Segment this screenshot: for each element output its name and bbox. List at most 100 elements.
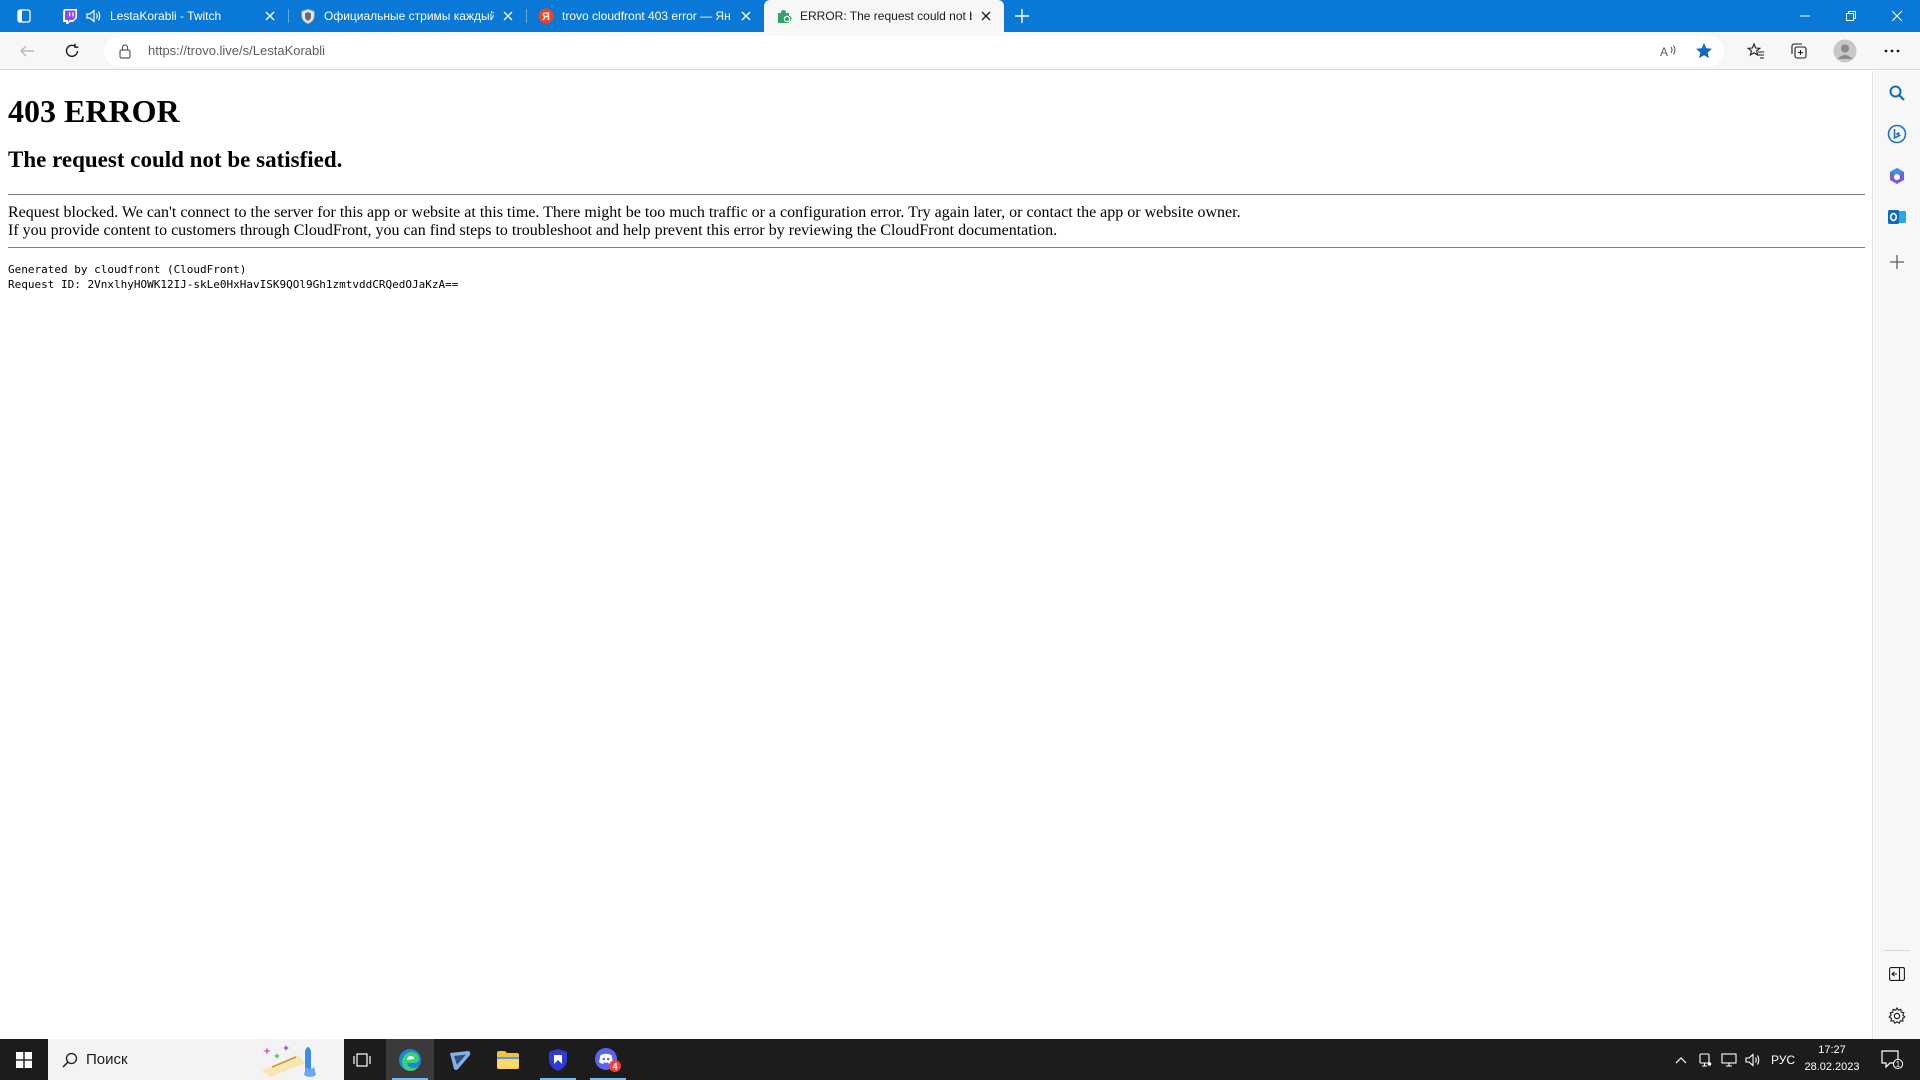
tab-actions-icon: [17, 9, 31, 23]
edge-sidebar: [1874, 71, 1920, 1039]
new-tab-button[interactable]: [1008, 4, 1036, 28]
notification-icon: 1: [1881, 1049, 1903, 1069]
back-button[interactable]: [13, 37, 41, 65]
sidebar-settings-button[interactable]: [1883, 1002, 1911, 1030]
yandex-icon: Я: [538, 8, 554, 24]
sidebar-outlook-button[interactable]: [1883, 203, 1911, 231]
close-icon[interactable]: [978, 8, 994, 24]
tray-volume-button[interactable]: [1742, 1039, 1764, 1080]
network-icon: [1721, 1052, 1737, 1067]
error-subheading: The request could not be satisfied.: [8, 147, 343, 172]
clock-date: 28.02.2023: [1804, 1061, 1860, 1073]
request-id-text: Request ID: 2VnxlhyHOWK12IJ-skLe0HxHavIS…: [8, 278, 459, 291]
clock-time: 17:27: [1818, 1044, 1846, 1056]
error-heading: 403 ERROR: [8, 93, 180, 129]
refresh-icon: [65, 43, 79, 57]
plus-icon: [1890, 255, 1904, 269]
windows-taskbar: Поиск 4 РУС 17:27 28.02.2023 1: [0, 1039, 1920, 1080]
task-view-icon: [353, 1052, 371, 1067]
taskbar-file-explorer-button[interactable]: [484, 1039, 532, 1080]
search-placeholder: Поиск: [86, 1051, 128, 1068]
more-icon: [1884, 49, 1900, 53]
sidebar-hide-button[interactable]: [1883, 960, 1911, 988]
volume-icon: [1745, 1052, 1760, 1067]
svg-text:Я: Я: [542, 11, 550, 23]
refresh-button[interactable]: [58, 37, 86, 65]
tab-title: LestaKorabli - Twitch: [110, 9, 222, 23]
taskbar-edge-button[interactable]: [386, 1039, 434, 1080]
outlook-icon: [1888, 210, 1906, 224]
speaker-icon[interactable]: [86, 8, 102, 24]
sidebar-bing-button[interactable]: [1883, 120, 1911, 148]
bing-icon: [1887, 124, 1907, 144]
restore-icon: [1846, 11, 1856, 21]
favorite-star-icon[interactable]: [1693, 40, 1715, 62]
edge-icon: [399, 1048, 421, 1071]
browser-toolbar: https://trovo.live/s/LestaKorabli A: [0, 32, 1920, 70]
chevron-up-icon: [1675, 1056, 1687, 1063]
game-client-icon: [450, 1050, 471, 1070]
close-icon[interactable]: [738, 8, 754, 24]
read-aloud-icon[interactable]: A: [1658, 40, 1680, 62]
close-icon[interactable]: [262, 8, 278, 24]
tab-official-streams[interactable]: Официальные стримы каждый: [288, 0, 526, 32]
gear-icon: [1888, 1007, 1906, 1024]
taskbar-clock[interactable]: 17:27 28.02.2023: [1800, 1042, 1864, 1076]
tab-twitch[interactable]: LestaKorabli - Twitch: [50, 0, 288, 32]
discord-badge-count: 4: [612, 1061, 617, 1071]
favorites-icon: [1747, 42, 1764, 59]
start-button[interactable]: [0, 1039, 48, 1080]
tray-language-button[interactable]: РУС: [1766, 1039, 1800, 1080]
taskbar-steam-button[interactable]: [436, 1039, 484, 1080]
close-icon[interactable]: [500, 8, 516, 24]
collections-button[interactable]: [1785, 37, 1813, 65]
request-details: Generated by cloudfront (CloudFront) Req…: [8, 262, 1864, 292]
sidebar-divider: [1884, 950, 1910, 951]
tray-network-button[interactable]: [1718, 1039, 1740, 1080]
sidebar-add-button[interactable]: [1883, 248, 1911, 276]
folder-icon: [497, 1050, 519, 1069]
task-view-button[interactable]: [338, 1039, 386, 1080]
sidebar-toggle-icon: [1889, 967, 1905, 981]
tab-title: Официальные стримы каждый: [324, 9, 494, 23]
plus-icon: [1015, 9, 1029, 23]
notification-count: 1: [1896, 1060, 1901, 1069]
error-message: Request blocked. We can't connect to the…: [8, 204, 1864, 240]
tab-error-page[interactable]: ERROR: The request could not be: [764, 0, 1004, 32]
taskbar-game-center-button[interactable]: [534, 1039, 582, 1080]
sidebar-office-button[interactable]: [1883, 162, 1911, 190]
address-bar[interactable]: https://trovo.live/s/LestaKorabli A: [104, 36, 1724, 66]
sidebar-search-button[interactable]: [1883, 79, 1911, 107]
restore-button[interactable]: [1828, 0, 1874, 32]
error-message-line-1: Request blocked. We can't connect to the…: [8, 204, 1241, 221]
shield-icon: [300, 8, 316, 24]
error-message-line-2: If you provide content to customers thro…: [8, 222, 1058, 239]
generated-by-text: Generated by cloudfront (CloudFront): [8, 263, 247, 276]
lock-icon[interactable]: [118, 43, 134, 59]
close-window-button[interactable]: [1874, 0, 1920, 32]
settings-and-more-button[interactable]: [1878, 37, 1906, 65]
twitch-icon: [62, 8, 78, 24]
url-text[interactable]: https://trovo.live/s/LestaKorabli: [148, 43, 325, 58]
minimize-button[interactable]: [1782, 0, 1828, 32]
minimize-icon: [1800, 15, 1810, 17]
tab-yandex-search[interactable]: Я trovo cloudfront 403 error — Ян: [526, 0, 764, 32]
divider: [8, 247, 1865, 248]
show-hidden-icons-button[interactable]: [1670, 1039, 1692, 1080]
taskbar-search-box[interactable]: Поиск: [48, 1039, 344, 1080]
tab-actions-button[interactable]: [6, 0, 42, 32]
tray-camera-button[interactable]: [1694, 1039, 1716, 1080]
tab-title: trovo cloudfront 403 error — Ян: [562, 9, 731, 23]
notification-center-button[interactable]: 1: [1872, 1039, 1912, 1080]
tab-strip: LestaKorabli - Twitch Официальные стримы…: [0, 0, 1920, 32]
favorites-button[interactable]: [1742, 37, 1770, 65]
windows-icon: [16, 1051, 32, 1068]
profile-button[interactable]: [1831, 37, 1859, 65]
discord-icon: 4: [595, 1047, 621, 1072]
shield-icon: [549, 1048, 567, 1071]
avatar-icon: [1833, 39, 1857, 63]
tab-title: ERROR: The request could not be: [800, 9, 972, 23]
puzzle-icon: [776, 8, 792, 24]
close-icon: [1892, 11, 1902, 21]
taskbar-discord-button[interactable]: 4: [584, 1039, 632, 1080]
